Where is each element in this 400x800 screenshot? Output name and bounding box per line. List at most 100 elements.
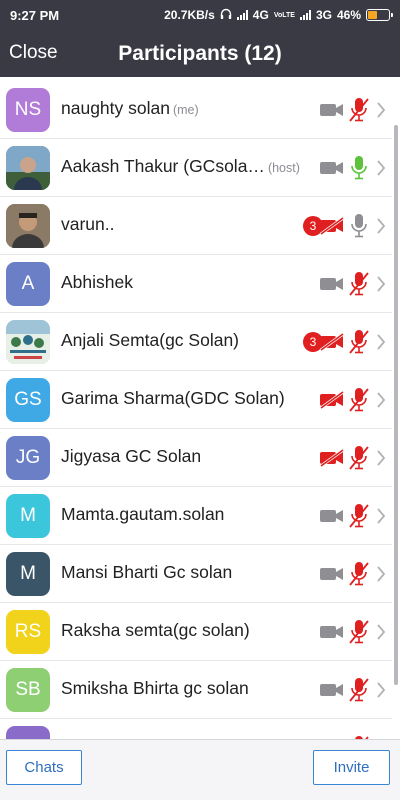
participant-name-text: varun.. (61, 214, 115, 234)
participant-row[interactable]: Aakash Thakur (GCsola… (host) (0, 139, 392, 197)
participant-controls (292, 545, 392, 603)
participant-name-text: Aakash Thakur (GCsola… (61, 156, 265, 176)
mic-muted-icon (348, 270, 370, 303)
scrollbar[interactable] (394, 125, 398, 685)
participant-row[interactable]: NS naughty solan (me) (0, 81, 392, 139)
participant-row[interactable]: varun.. 3 (0, 197, 392, 255)
microphone-icon (348, 154, 370, 187)
participant-row[interactable]: SB Smiksha Bhirta gc solan (0, 661, 392, 719)
chevron-right-icon (376, 217, 386, 240)
network-type-2: 3G (315, 8, 332, 22)
avatar-initials: A (21, 273, 35, 294)
participant-row[interactable]: Anjali Semta(gc Solan) 3 (0, 313, 392, 371)
video-off-icon (319, 216, 345, 240)
mic-muted-icon (348, 444, 370, 477)
participant-row[interactable]: JG Jigyasa GC Solan (0, 429, 392, 487)
participant-row[interactable] (0, 719, 392, 739)
status-indicators: 20.7KB/s 4G VoLTE 3G 46% (164, 8, 393, 23)
participant-controls (292, 661, 392, 719)
avatar-initials: RS (14, 621, 42, 642)
mic-muted-icon (348, 386, 370, 419)
avatar: GS (6, 378, 50, 422)
avatar-initials: M (20, 563, 36, 584)
participant-name-text: Abhishek (61, 272, 133, 292)
video-camera-icon (319, 275, 345, 298)
avatar (6, 320, 50, 364)
participant-name: Mamta.gautam.solan (61, 504, 224, 525)
mic-muted-icon (348, 328, 370, 361)
participant-name: Garima Sharma(GDC Solan) (61, 388, 285, 409)
mic-muted-icon (348, 96, 370, 129)
video-camera-icon (319, 159, 345, 182)
header: Close Participants (12) (0, 30, 400, 77)
participant-name: Jigyasa GC Solan (61, 446, 201, 467)
signal-icon (299, 10, 311, 20)
participant-name-text: Mansi Bharti Gc solan (61, 562, 233, 582)
status-time: 9:27 PM (10, 7, 60, 23)
avatar: RS (6, 610, 50, 654)
participant-controls (292, 429, 392, 487)
close-button[interactable]: Close (9, 42, 58, 64)
avatar: SB (6, 668, 50, 712)
avatar-initials: M (20, 505, 36, 526)
participant-controls (292, 255, 392, 313)
participant-name-text: Smiksha Bhirta gc solan (61, 678, 249, 698)
avatar-initials: SB (15, 679, 41, 700)
avatar: NS (6, 88, 50, 132)
chevron-right-icon (376, 565, 386, 588)
participant-name-text: Mamta.gautam.solan (61, 504, 225, 524)
video-off-icon (319, 390, 345, 414)
participant-name-text: Garima Sharma(GDC Solan) (61, 388, 285, 408)
battery-percent: 46% (336, 8, 361, 22)
chevron-right-icon (376, 623, 386, 646)
avatar: JG (6, 436, 50, 480)
participant-name: naughty solan (me) (61, 98, 199, 119)
video-off-icon (319, 332, 345, 356)
participant-controls: 3 (292, 197, 392, 255)
invite-button[interactable]: Invite (313, 750, 390, 785)
footer-bar: Chats Invite (0, 739, 400, 800)
volte-indicator: VoLTE (273, 11, 295, 19)
avatar: A (6, 262, 50, 306)
chevron-right-icon (376, 449, 386, 472)
participant-controls (292, 603, 392, 661)
avatar: M (6, 552, 50, 596)
participant-name: Raksha semta(gc solan) (61, 620, 250, 641)
video-camera-icon (319, 681, 345, 704)
participant-row[interactable]: A Abhishek (0, 255, 392, 313)
chevron-right-icon (376, 159, 386, 182)
chevron-right-icon (376, 333, 386, 356)
page-title: Participants (12) (118, 41, 282, 65)
video-camera-icon (319, 623, 345, 646)
video-camera-icon (319, 101, 345, 124)
participant-controls (292, 719, 392, 739)
participant-name: Abhishek (61, 272, 133, 293)
participant-name: Smiksha Bhirta gc solan (61, 678, 249, 699)
participant-controls (292, 487, 392, 545)
participant-name: Aakash Thakur (GCsola… (host) (61, 156, 300, 177)
network-type-1: 4G (252, 8, 269, 22)
participant-list[interactable]: NS naughty solan (me) Aakash Thakur (GCsola… (0, 77, 400, 739)
participant-controls (292, 371, 392, 429)
participant-row[interactable]: M Mamta.gautam.solan (0, 487, 392, 545)
chevron-right-icon (376, 681, 386, 704)
avatar-initials: JG (15, 447, 41, 468)
status-bar: 9:27 PM 20.7KB/s 4G VoLTE 3G 46% (0, 0, 400, 30)
video-off-icon (319, 448, 345, 472)
participant-name: Mansi Bharti Gc solan (61, 562, 232, 583)
participant-name: varun.. (61, 214, 115, 235)
network-speed: 20.7KB/s (164, 8, 215, 22)
battery-icon (366, 9, 393, 21)
avatar (6, 726, 50, 739)
signal-icon (236, 10, 248, 20)
participant-name-text: naughty solan (61, 98, 170, 118)
participant-controls: 3 (292, 313, 392, 371)
participant-row[interactable]: M Mansi Bharti Gc solan (0, 545, 392, 603)
participant-row[interactable]: RS Raksha semta(gc solan) (0, 603, 392, 661)
chevron-right-icon (376, 275, 386, 298)
microphone-icon (348, 212, 370, 245)
participant-role-tag: (me) (172, 103, 199, 117)
participant-row[interactable]: GS Garima Sharma(GDC Solan) (0, 371, 392, 429)
chats-button[interactable]: Chats (6, 750, 82, 785)
video-camera-icon (319, 507, 345, 530)
